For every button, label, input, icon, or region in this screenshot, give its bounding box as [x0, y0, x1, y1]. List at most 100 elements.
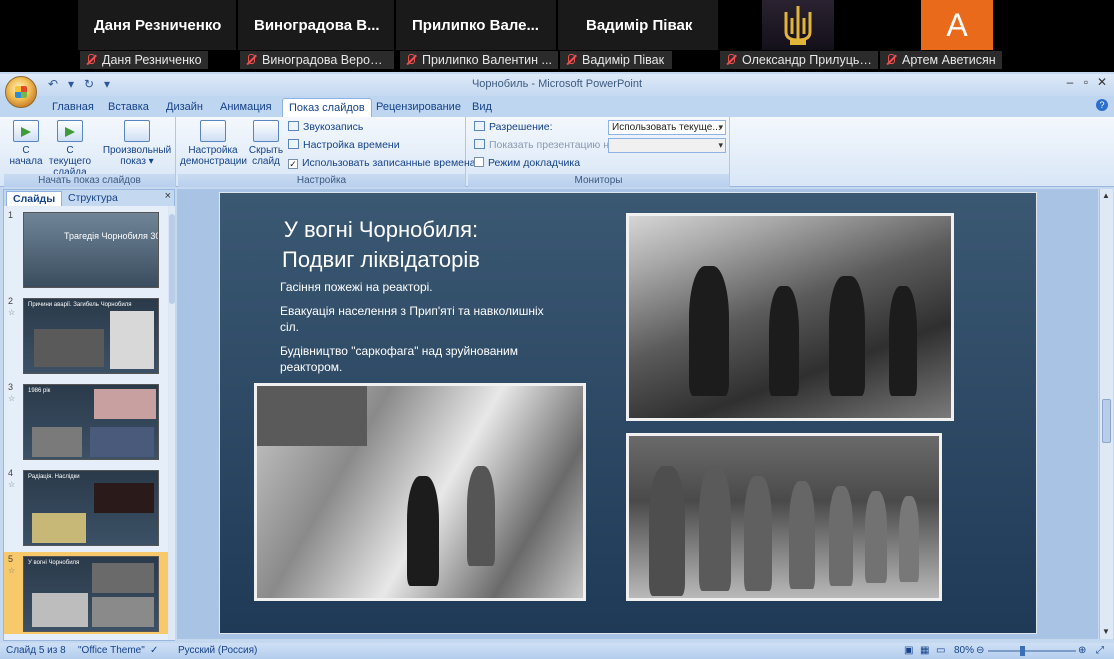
participant-label: Прилипко Валентин ...: [400, 51, 558, 69]
hide-slide-icon: [253, 120, 279, 142]
participant-label: Олександр Прилуцьк...: [720, 51, 878, 69]
avatar[interactable]: A: [921, 0, 993, 50]
mic-muted-icon: [405, 54, 417, 66]
participant-label: Артем Аветисян: [880, 51, 1002, 69]
record-narration-button[interactable]: Звукозапись: [288, 119, 363, 135]
slideshow-view-icon[interactable]: ▭: [936, 643, 945, 659]
zoom-slider[interactable]: [988, 650, 1076, 652]
scroll-down-icon[interactable]: ▼: [1102, 627, 1110, 636]
sorter-view-icon[interactable]: ▦: [920, 643, 929, 659]
tab-design[interactable]: Дизайн: [160, 98, 209, 117]
zoom-in-icon[interactable]: ⊕: [1078, 643, 1086, 659]
status-bar: Слайд 5 из 8 "Office Theme" ✓ Русский (Р…: [0, 643, 1114, 659]
slide-thumbnail[interactable]: 2 ☆ Причини аварії. Загибель Чорнобиля: [4, 294, 168, 376]
participant-tile[interactable]: Виноградова В...: [238, 0, 394, 50]
liquidators-photo[interactable]: [626, 213, 954, 421]
show-on-label: Показать презентацию на:: [474, 137, 618, 153]
close-button[interactable]: ✕: [1094, 75, 1110, 89]
hide-slide-button[interactable]: Скрыть слайд: [246, 120, 286, 167]
participant-label: Виноградова Вероні...: [240, 51, 394, 69]
ribbon: Сначала С текущего слайда Произвольный пок…: [0, 117, 1114, 187]
start-slideshow-group: Сначала С текущего слайда Произвольный пок…: [4, 117, 176, 187]
participant-tile[interactable]: Даня Резниченко: [78, 0, 236, 50]
video-call-strip: Даня Резниченко Виноградова В... Прилипк…: [0, 0, 1114, 72]
custom-show-icon: [124, 120, 150, 142]
slide-bullets[interactable]: Гасіння пожежі на реакторі. Евакуація на…: [280, 279, 550, 383]
clock-icon: [288, 139, 299, 149]
firefighters-photo[interactable]: [254, 383, 586, 601]
participant-name: Виноградова В...: [254, 17, 380, 34]
trident-icon: [784, 6, 812, 45]
presenter-view-checkbox[interactable]: Режим докладчика: [474, 155, 580, 171]
close-pane-icon[interactable]: ×: [165, 190, 171, 202]
help-icon[interactable]: ?: [1096, 99, 1108, 111]
tab-slide-show[interactable]: Показ слайдов: [282, 98, 372, 117]
bullet-item: Евакуація населення з Прип'яті та навкол…: [280, 304, 544, 334]
zoom-out-icon[interactable]: ⊖: [976, 643, 984, 659]
tab-view[interactable]: Вид: [466, 98, 498, 117]
microphone-icon: [288, 121, 299, 131]
monitor-icon: [474, 121, 485, 131]
current-slide[interactable]: У вогні Чорнобиля: Подвиг ліквідаторів Г…: [219, 192, 1037, 634]
theme-name: "Office Theme": [78, 645, 145, 656]
fit-window-icon[interactable]: ⤢: [1096, 643, 1104, 659]
slide-scrollbar[interactable]: ▲ ▼: [1099, 189, 1113, 639]
language[interactable]: Русский (Россия): [178, 643, 257, 659]
slide-thumbnail[interactable]: 4 ☆ Радіація. Наслідки: [4, 466, 168, 548]
transition-icon: ☆: [8, 566, 16, 575]
slide-thumbnail[interactable]: 3 ☆ 1986 рік: [4, 380, 168, 462]
soldiers-photo[interactable]: [626, 433, 942, 601]
zoom-slider-thumb[interactable]: [1020, 646, 1025, 656]
resolution-label: Разрешение:: [474, 119, 553, 135]
use-timings-checkbox[interactable]: ✓ Использовать записанные времена: [288, 155, 476, 171]
transition-icon: ☆: [8, 480, 16, 489]
mic-muted-icon: [245, 54, 257, 66]
minimize-button[interactable]: –: [1062, 75, 1078, 89]
monitors-group: Разрешение: Использовать текуще... Показ…: [468, 117, 730, 187]
tab-insert[interactable]: Вставка: [102, 98, 155, 117]
slideshow-play-icon: [13, 120, 39, 142]
checkbox-icon: [474, 157, 484, 167]
participant-name: Вадимір Півак: [586, 17, 693, 34]
participant-name: Даня Резниченко: [94, 17, 222, 34]
tab-outline[interactable]: Структура: [62, 191, 124, 206]
participant-label: Вадимір Півак: [560, 51, 672, 69]
office-button[interactable]: [5, 76, 37, 108]
slide-thumbnail[interactable]: 1 Трагедія Чорнобиля 30: [4, 208, 168, 290]
participant-tile[interactable]: Вадимір Півак: [558, 0, 718, 50]
normal-view-icon[interactable]: ▣: [904, 643, 913, 659]
rehearse-timings-button[interactable]: Настройка времени: [288, 137, 400, 153]
resolution-dropdown[interactable]: Использовать текуще...: [608, 120, 726, 135]
slideshow-current-icon: [57, 120, 83, 142]
participant-tile[interactable]: Прилипко Вале...: [396, 0, 556, 50]
slide-counter: Слайд 5 из 8: [6, 645, 66, 656]
trident-avatar[interactable]: [762, 0, 834, 50]
window-controls: – ▫ ✕: [1062, 75, 1110, 89]
setup-icon: [200, 120, 226, 142]
from-current-slide-button[interactable]: С текущего слайда: [44, 120, 96, 178]
tab-slides[interactable]: Слайды: [6, 191, 63, 206]
checkbox-checked-icon: ✓: [288, 159, 298, 169]
zoom-level[interactable]: 80%: [954, 643, 974, 659]
tab-animation[interactable]: Анимация: [214, 98, 278, 117]
slide-title[interactable]: У вогні Чорнобиля: Подвиг ліквідаторів: [256, 215, 506, 275]
custom-show-button[interactable]: Произвольный показ ▾: [100, 120, 174, 167]
pane-scrollbar[interactable]: [169, 206, 175, 640]
slide-thumbnail-selected[interactable]: 5 ☆ У вогні Чорнобиля: [4, 552, 168, 634]
window-title: Чорнобиль - Microsoft PowerPoint: [471, 78, 643, 90]
scroll-up-icon[interactable]: ▲: [1102, 191, 1110, 200]
maximize-button[interactable]: ▫: [1078, 75, 1094, 89]
tab-home[interactable]: Главная: [46, 98, 100, 117]
transition-icon: ☆: [8, 308, 16, 317]
screen: Даня Резниченко Виноградова В... Прилипк…: [0, 0, 1114, 659]
spellcheck-icon[interactable]: ✓: [150, 643, 158, 659]
setup-group: Настройка демонстрации Скрыть слайд Звукоз…: [178, 117, 476, 187]
participant-label: Даня Резниченко: [80, 51, 208, 69]
from-beginning-button[interactable]: Сначала: [8, 120, 44, 167]
mic-muted-icon: [885, 54, 897, 66]
tab-review[interactable]: Рецензирование: [370, 98, 467, 117]
setup-show-button[interactable]: Настройка демонстрации: [180, 120, 247, 167]
show-on-dropdown: [608, 138, 726, 153]
bullet-item: Будівництво "саркофага" над зруйнованим …: [280, 344, 518, 374]
mic-muted-icon: [85, 54, 97, 66]
